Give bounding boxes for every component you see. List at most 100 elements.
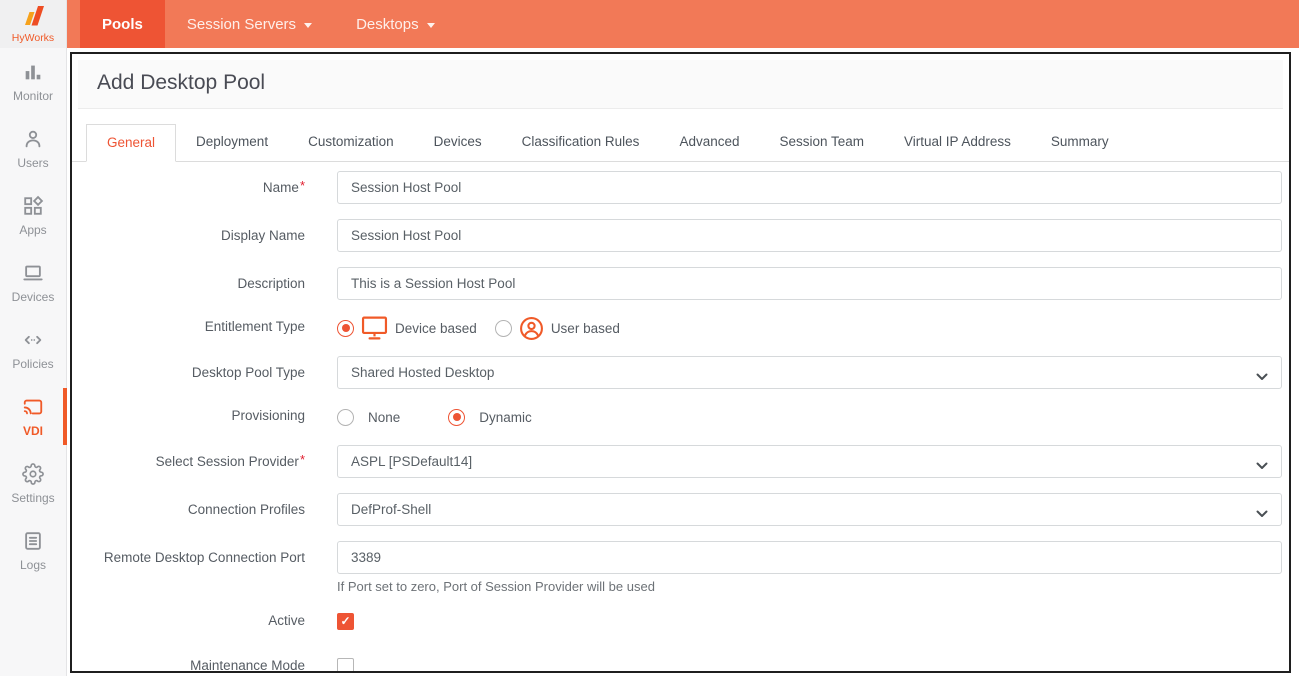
chevron-down-icon xyxy=(1256,458,1268,473)
maintenance-mode-label: Maintenance Mode xyxy=(72,654,337,673)
sidebar-item-policies[interactable]: Policies xyxy=(0,316,66,383)
description-label: Description xyxy=(72,267,337,300)
gear-icon xyxy=(22,463,44,485)
tab-classification-rules[interactable]: Classification Rules xyxy=(502,124,660,161)
tab-general[interactable]: General xyxy=(86,124,176,162)
maintenance-mode-checkbox[interactable] xyxy=(337,658,354,674)
row-session-provider: Select Session Provider* ASPL [PSDefault… xyxy=(72,445,1289,478)
row-desktop-pool-type: Desktop Pool Type Shared Hosted Desktop xyxy=(72,356,1289,389)
entitlement-type-label: Entitlement Type xyxy=(72,315,337,339)
row-maintenance-mode: Maintenance Mode xyxy=(72,654,1289,673)
tab-session-team[interactable]: Session Team xyxy=(759,124,884,161)
page-title: Add Desktop Pool xyxy=(97,71,1264,95)
tab-devices[interactable]: Devices xyxy=(414,124,502,161)
sidebar-item-logs[interactable]: Logs xyxy=(0,517,66,584)
top-navigation-bar: Pools Session Servers Desktops xyxy=(67,0,1299,48)
sidebar: HyWorks Monitor Users Apps Devices Polic… xyxy=(0,0,67,676)
row-provisioning: Provisioning None Dynamic xyxy=(72,404,1289,430)
row-rdp-port: Remote Desktop Connection Port If Port s… xyxy=(72,541,1289,594)
monitor-icon xyxy=(361,316,388,340)
tab-deployment[interactable]: Deployment xyxy=(176,124,288,161)
device-based-label: Device based xyxy=(395,321,477,336)
required-marker: * xyxy=(300,452,305,467)
rdp-port-hint: If Port set to zero, Port of Session Pro… xyxy=(337,579,1282,594)
entitlement-option-device-based[interactable]: Device based xyxy=(337,316,477,340)
name-label: Name* xyxy=(72,171,337,204)
provisioning-none-label: None xyxy=(368,410,400,425)
connection-profiles-value: DefProf-Shell xyxy=(351,502,431,517)
provisioning-option-dynamic[interactable]: Dynamic xyxy=(448,409,532,426)
laptop-icon xyxy=(22,262,44,284)
apps-grid-icon xyxy=(22,195,44,217)
sidebar-item-label: Devices xyxy=(12,290,55,304)
hyworks-logo-icon xyxy=(20,5,46,31)
tab-virtual-ip-address[interactable]: Virtual IP Address xyxy=(884,124,1031,161)
sidebar-item-vdi[interactable]: VDI xyxy=(0,383,66,450)
connection-profiles-label: Connection Profiles xyxy=(72,493,337,526)
row-display-name: Display Name xyxy=(72,219,1289,252)
rdp-port-label: Remote Desktop Connection Port xyxy=(72,541,337,574)
nav-item-desktops[interactable]: Desktops xyxy=(334,0,457,48)
nav-item-session-servers[interactable]: Session Servers xyxy=(165,0,334,48)
sidebar-item-label: Monitor xyxy=(13,89,53,103)
tab-bar: General Deployment Customization Devices… xyxy=(72,124,1289,162)
code-brackets-icon xyxy=(22,329,44,351)
screen-cast-icon xyxy=(22,396,44,418)
tab-advanced[interactable]: Advanced xyxy=(659,124,759,161)
sidebar-item-users[interactable]: Users xyxy=(0,115,66,182)
sidebar-item-label: Logs xyxy=(20,558,46,572)
required-marker: * xyxy=(300,178,305,193)
active-checkbox[interactable]: ✓ xyxy=(337,613,354,630)
user-based-radio[interactable] xyxy=(495,320,512,337)
description-field[interactable] xyxy=(337,267,1282,300)
desktop-pool-type-select[interactable]: Shared Hosted Desktop xyxy=(337,356,1282,389)
chevron-down-icon xyxy=(1256,506,1268,521)
entitlement-option-user-based[interactable]: User based xyxy=(495,316,620,341)
row-active: Active ✓ xyxy=(72,609,1289,633)
provisioning-dynamic-label: Dynamic xyxy=(479,410,532,425)
sidebar-item-apps[interactable]: Apps xyxy=(0,182,66,249)
name-field[interactable] xyxy=(337,171,1282,204)
nav-item-label: Session Servers xyxy=(187,16,296,33)
desktop-pool-type-label: Desktop Pool Type xyxy=(72,356,337,389)
nav-item-label: Pools xyxy=(102,16,143,33)
desktop-pool-type-value: Shared Hosted Desktop xyxy=(351,365,494,380)
chevron-down-icon xyxy=(304,23,312,28)
sidebar-item-label: Policies xyxy=(12,357,53,371)
log-document-icon xyxy=(22,530,44,552)
page-header: Add Desktop Pool xyxy=(78,60,1283,109)
general-form: Name* Display Name Description Entitleme… xyxy=(72,162,1289,673)
rdp-port-field[interactable] xyxy=(337,541,1282,574)
session-provider-value: ASPL [PSDefault14] xyxy=(351,454,472,469)
hyworks-logo[interactable]: HyWorks xyxy=(0,0,66,48)
session-provider-select[interactable]: ASPL [PSDefault14] xyxy=(337,445,1282,478)
nav-item-label: Desktops xyxy=(356,16,419,33)
provisioning-label: Provisioning xyxy=(72,404,337,428)
connection-profiles-select[interactable]: DefProf-Shell xyxy=(337,493,1282,526)
sidebar-item-label: Users xyxy=(17,156,48,170)
chevron-down-icon xyxy=(427,23,435,28)
active-label: Active xyxy=(72,609,337,633)
provisioning-option-none[interactable]: None xyxy=(337,409,400,426)
tab-customization[interactable]: Customization xyxy=(288,124,414,161)
nav-item-pools[interactable]: Pools xyxy=(80,0,165,48)
sidebar-item-devices[interactable]: Devices xyxy=(0,249,66,316)
session-provider-label: Select Session Provider* xyxy=(72,445,337,478)
sidebar-item-monitor[interactable]: Monitor xyxy=(0,48,66,115)
display-name-field[interactable] xyxy=(337,219,1282,252)
user-circle-icon xyxy=(519,316,544,341)
user-based-label: User based xyxy=(551,321,620,336)
sidebar-item-label: Settings xyxy=(11,491,54,505)
row-entitlement-type: Entitlement Type Device based User based xyxy=(72,315,1289,341)
device-based-radio[interactable] xyxy=(337,320,354,337)
tab-summary[interactable]: Summary xyxy=(1031,124,1129,161)
display-name-label: Display Name xyxy=(72,219,337,252)
chevron-down-icon xyxy=(1256,369,1268,384)
user-icon xyxy=(22,128,44,150)
provisioning-none-radio[interactable] xyxy=(337,409,354,426)
brand-name: HyWorks xyxy=(12,32,54,44)
add-desktop-pool-panel: Add Desktop Pool General Deployment Cust… xyxy=(70,52,1291,673)
row-connection-profiles: Connection Profiles DefProf-Shell xyxy=(72,493,1289,526)
sidebar-item-settings[interactable]: Settings xyxy=(0,450,66,517)
provisioning-dynamic-radio[interactable] xyxy=(448,409,465,426)
